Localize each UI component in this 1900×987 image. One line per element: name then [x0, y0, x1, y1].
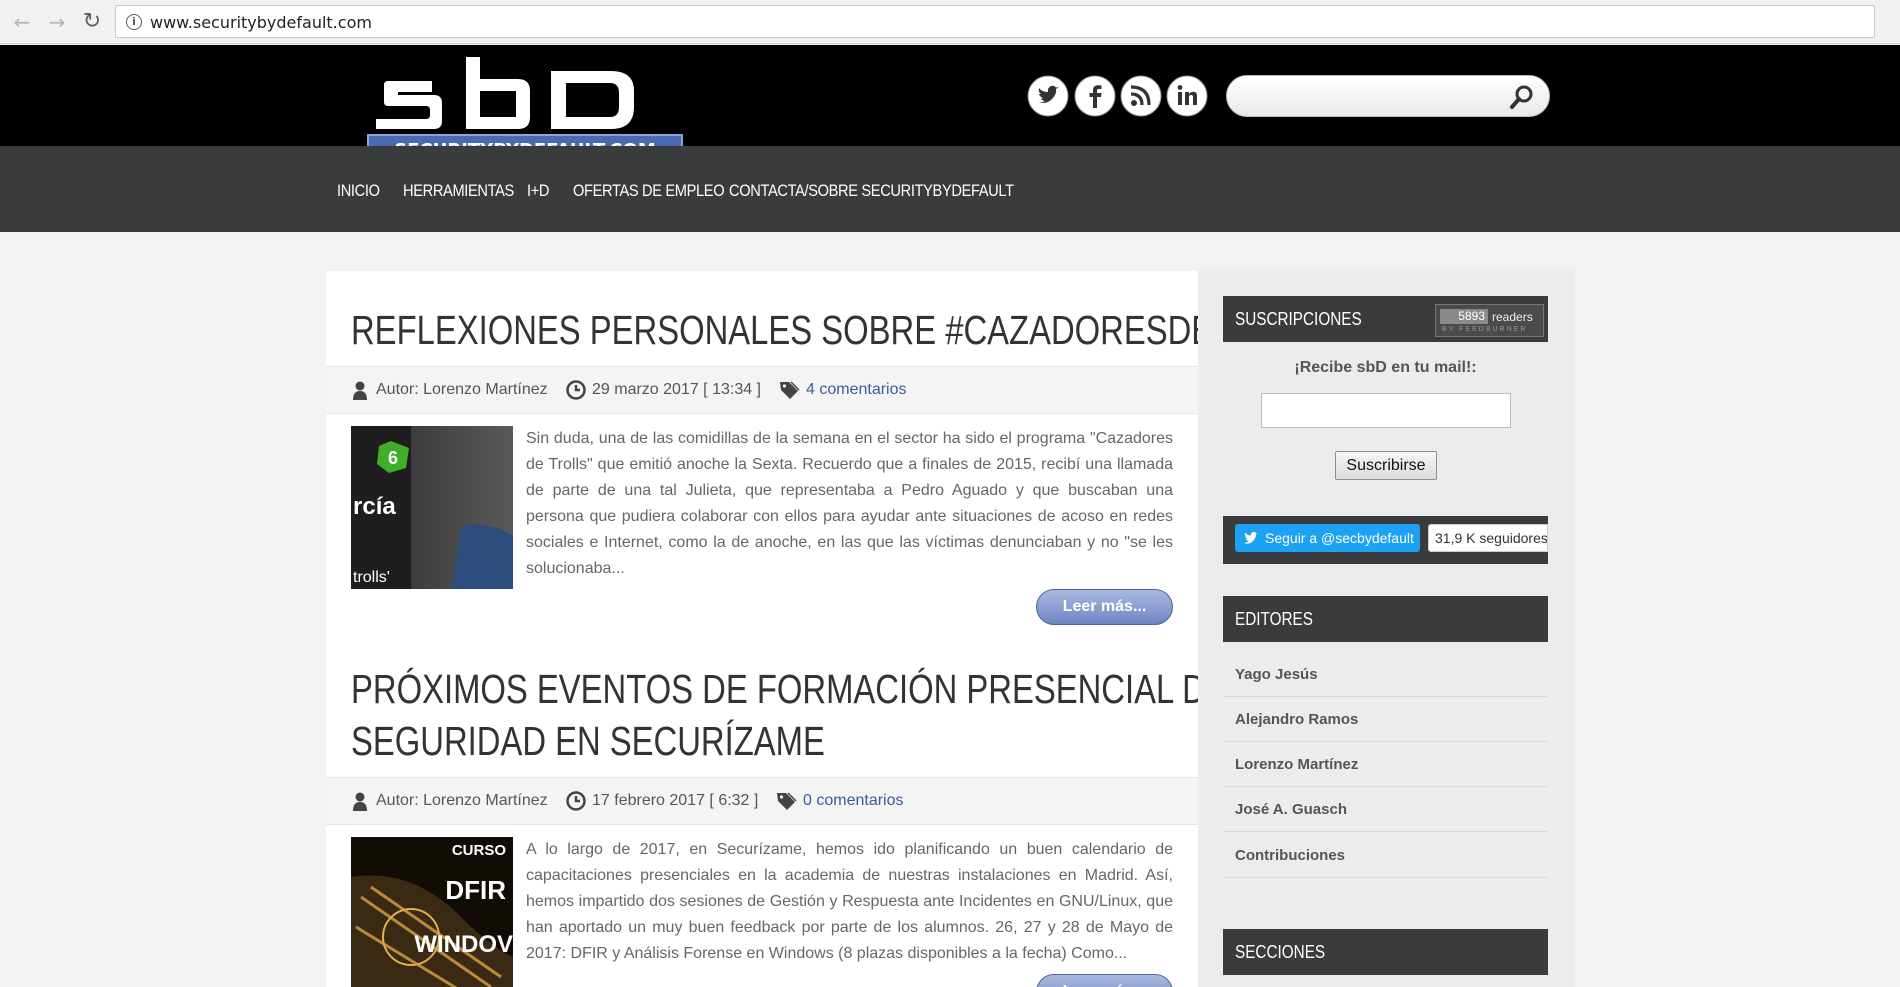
- info-icon[interactable]: i: [126, 14, 142, 30]
- nav-item-id[interactable]: I+D: [527, 181, 549, 201]
- twitter-widget: Seguir a @secbydefault 31,9 K seguidores: [1223, 516, 1548, 564]
- editor-link[interactable]: Contribuciones: [1223, 833, 1548, 878]
- nav-item-ofertas-empleo[interactable]: OFERTAS DE EMPLEO: [573, 181, 725, 201]
- editor-link[interactable]: Yago Jesús: [1223, 652, 1548, 697]
- feedburner-badge[interactable]: 5893 readers BY FEEDBURNER: [1435, 304, 1544, 337]
- nav-item-herramientas[interactable]: HERRAMIENTAS: [403, 181, 514, 201]
- editor-name: Lorenzo Martínez: [1235, 756, 1359, 773]
- reload-icon[interactable]: ↻: [78, 8, 106, 36]
- nav-item-contacta[interactable]: CONTACTA/SOBRE SECURITYBYDEFAULT: [729, 181, 1014, 201]
- widget-title-text: SUSCRIPCIONES: [1235, 309, 1362, 329]
- search-box: [1226, 75, 1550, 117]
- feedburner-count: 5893: [1440, 309, 1488, 324]
- post-date: 17 febrero 2017 [ 6:32 ]: [592, 792, 759, 809]
- post-thumbnail[interactable]: 6 rcía trolls': [351, 426, 513, 589]
- linkedin-icon[interactable]: [1166, 75, 1208, 117]
- editor-name: José A. Guasch: [1235, 801, 1347, 818]
- thumbnail-caption: DFIR: [445, 875, 506, 905]
- tag-icon: [780, 381, 800, 399]
- twitter-icon[interactable]: [1027, 75, 1069, 117]
- browser-toolbar: ← → ↻ i www.securitybydefault.com: [0, 0, 1900, 44]
- main-content: REFLEXIONES PERSONALES SOBRE #CAZADORESD…: [326, 271, 1341, 987]
- post-author: Autor: Lorenzo Martínez: [376, 792, 548, 809]
- sidebar: SUSCRIPCIONES 5893 readers BY FEEDBURNER…: [1198, 271, 1575, 987]
- thumbnail-caption: rcía: [353, 493, 396, 520]
- feedburner-sub: BY FEEDBURNER: [1442, 326, 1528, 333]
- main-navigation: INICIO HERRAMIENTAS I+D OFERTAS DE EMPLE…: [0, 146, 1900, 232]
- post-excerpt: A lo largo de 2017, en Securízame, hemos…: [526, 841, 1173, 962]
- thumbnail-caption: CURSO: [452, 842, 507, 859]
- post-title[interactable]: PRÓXIMOS EVENTOS DE FORMACIÓN PRESENCIAL…: [351, 663, 1228, 715]
- post-comments-link[interactable]: 0 comentarios: [803, 792, 904, 810]
- sections-widget-title: SECCIONES: [1223, 929, 1548, 975]
- post-meta: Autor: Lorenzo Martínez 29 marzo 2017 [ …: [326, 366, 1198, 414]
- post-meta: Autor: Lorenzo Martínez 17 febrero 2017 …: [326, 777, 1198, 825]
- read-more-button[interactable]: Leer más...: [1036, 974, 1173, 987]
- thumbnail-caption: WINDOV: [414, 931, 513, 958]
- site-header: SECURITYBYDEFAULT.COM: [0, 45, 1900, 162]
- url-text: www.securitybydefault.com: [150, 13, 372, 32]
- post-title-line-2[interactable]: SEGURIDAD EN SECURÍZAME: [351, 715, 825, 767]
- twitter-follower-count[interactable]: 31,9 K seguidores: [1428, 524, 1548, 552]
- subscribe-button[interactable]: Suscribirse: [1335, 451, 1437, 480]
- twitter-follow-label: Seguir a @secbydefault: [1265, 530, 1414, 546]
- twitter-bird-icon: [1244, 531, 1258, 544]
- post-comments-link[interactable]: 4 comentarios: [806, 381, 907, 399]
- editor-name: Contribuciones: [1235, 847, 1346, 864]
- search-icon[interactable]: [1509, 84, 1535, 110]
- post-title[interactable]: REFLEXIONES PERSONALES SOBRE #CAZADORESD…: [351, 304, 1341, 356]
- post-date: 29 marzo 2017 [ 13:34 ]: [592, 381, 761, 398]
- back-arrow-icon[interactable]: ←: [8, 8, 36, 36]
- post-thumbnail[interactable]: CURSO DFIR WINDOV: [351, 837, 513, 987]
- author-icon: [353, 792, 367, 811]
- author-icon: [353, 381, 367, 400]
- search-input[interactable]: [1241, 82, 1501, 110]
- editors-widget-title: EDITORES: [1223, 596, 1548, 642]
- rss-icon[interactable]: [1120, 75, 1162, 117]
- editor-link[interactable]: José A. Guasch: [1223, 787, 1548, 832]
- feedburner-label: readers: [1492, 310, 1533, 324]
- read-more-button[interactable]: Leer más...: [1036, 589, 1173, 625]
- editor-name: Alejandro Ramos: [1235, 711, 1359, 728]
- thumbnail-caption: trolls': [353, 569, 390, 586]
- clock-icon: [566, 380, 586, 400]
- post-excerpt: Sin duda, una de las comidillas de la se…: [526, 430, 1173, 577]
- email-field[interactable]: [1261, 393, 1511, 428]
- address-bar[interactable]: i www.securitybydefault.com: [115, 5, 1875, 38]
- nav-item-inicio[interactable]: INICIO: [337, 181, 380, 201]
- tag-icon: [777, 792, 797, 810]
- forward-arrow-icon[interactable]: →: [43, 8, 71, 36]
- facebook-icon[interactable]: [1074, 75, 1116, 117]
- editor-link[interactable]: Alejandro Ramos: [1223, 697, 1548, 742]
- editor-name: Yago Jesús: [1235, 666, 1318, 683]
- post-author: Autor: Lorenzo Martínez: [376, 381, 548, 398]
- subscriptions-widget-title: SUSCRIPCIONES 5893 readers BY FEEDBURNER: [1223, 296, 1548, 342]
- subscribe-label: ¡Recibe sbD en tu mail!:: [1294, 359, 1477, 376]
- svg-text:6: 6: [388, 448, 398, 468]
- editor-link[interactable]: Lorenzo Martínez: [1223, 742, 1548, 787]
- clock-icon: [566, 791, 586, 811]
- widget-title-text: SECCIONES: [1235, 942, 1326, 962]
- widget-title-text: EDITORES: [1235, 609, 1313, 629]
- twitter-follow-button[interactable]: Seguir a @secbydefault: [1235, 524, 1420, 552]
